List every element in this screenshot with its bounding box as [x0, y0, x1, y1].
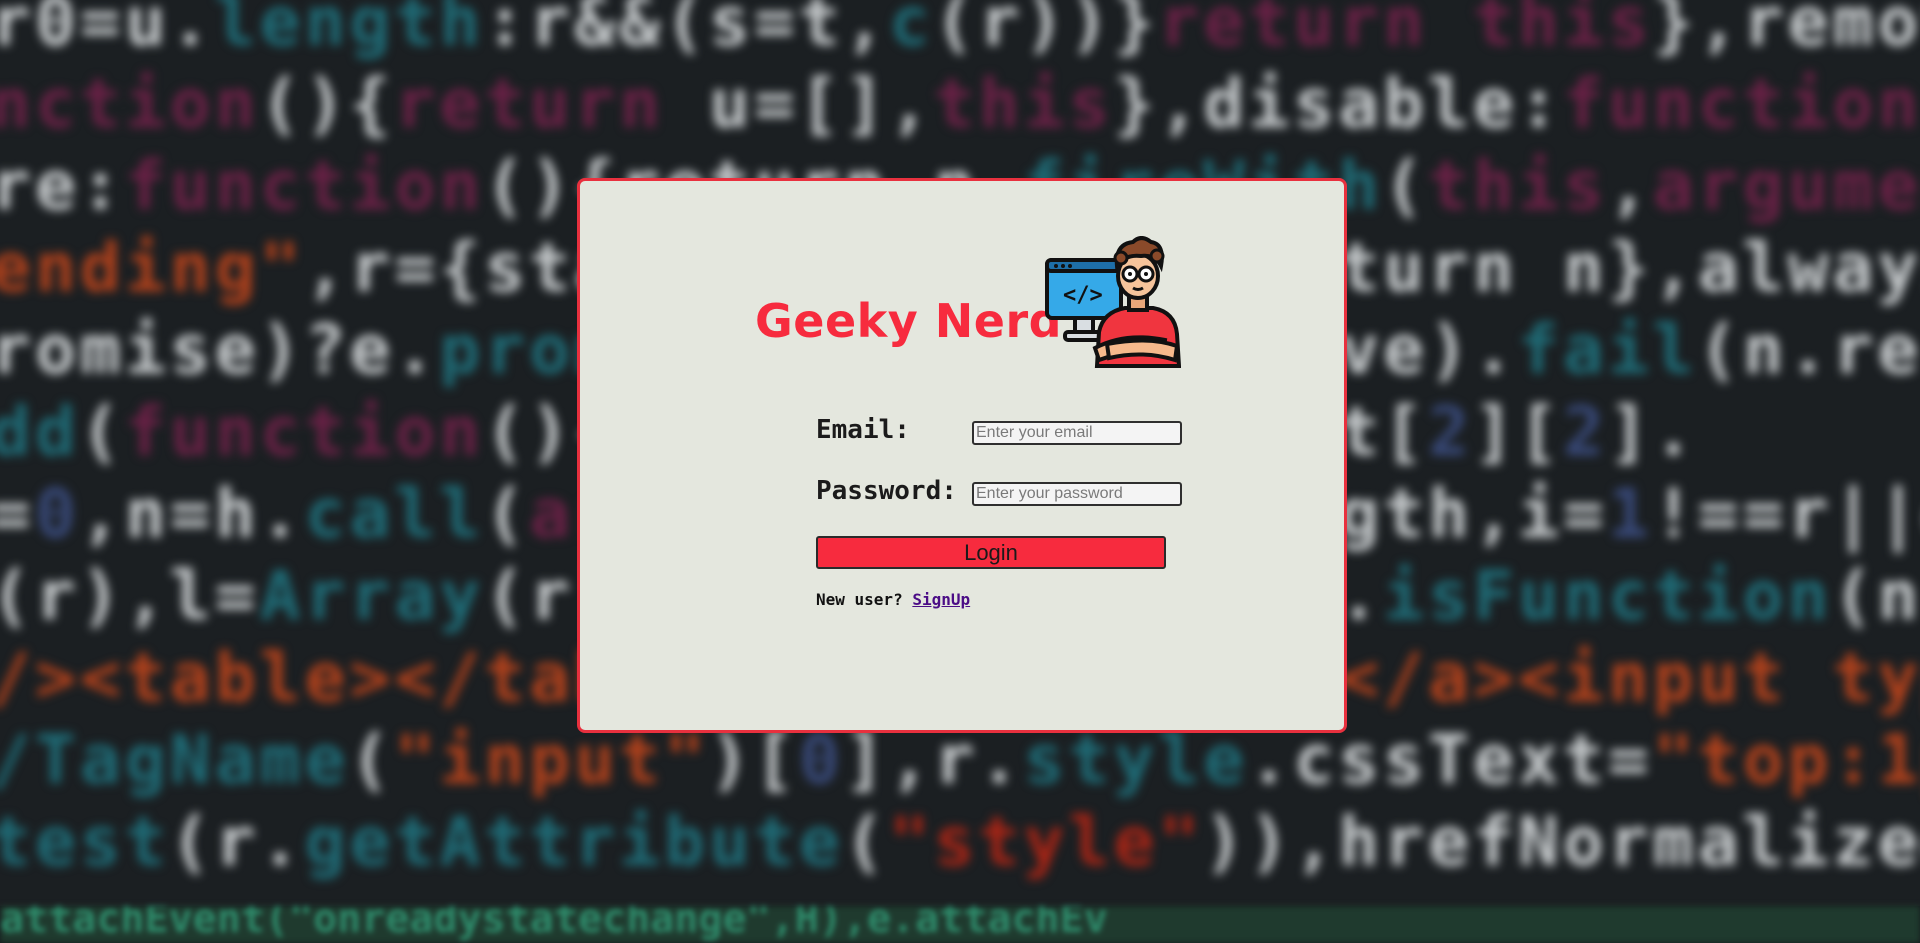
email-row: Email:: [816, 415, 1196, 455]
password-field[interactable]: [972, 482, 1182, 506]
code-strip-text: attachEvent("onreadystatechange",H),e.at…: [0, 906, 1108, 942]
svg-text:</>: </>: [1063, 283, 1103, 308]
brand-header: Geeky Nerd </>: [755, 236, 1181, 368]
nerd-developer-icon: </>: [1045, 236, 1181, 368]
code-line: r0=u.length:r&&(s=t,c(r))}return this},r…: [0, 0, 1920, 62]
signup-link[interactable]: SignUp: [912, 590, 970, 609]
code-background-strip: attachEvent("onreadystatechange",H),e.at…: [0, 906, 1920, 943]
new-user-text: New user?: [816, 590, 903, 609]
brand-title: Geeky Nerd: [755, 294, 1063, 348]
password-row: Password:: [816, 476, 1196, 516]
signup-prompt: New user? SignUp: [816, 590, 970, 609]
login-form: Email: Password: Login New user? SignUp: [816, 415, 1196, 609]
login-card: Geeky Nerd </> Email: Enter your email P…: [577, 178, 1347, 733]
code-line: test(r.getAttribute("style")),hrefNormal…: [0, 803, 1920, 882]
email-field[interactable]: [972, 421, 1182, 445]
password-label: Password:: [816, 476, 957, 506]
login-button[interactable]: Login: [816, 536, 1166, 569]
code-line: nction(){return u=[],this},disable:funct…: [0, 65, 1920, 144]
email-label: Email:: [816, 415, 910, 445]
